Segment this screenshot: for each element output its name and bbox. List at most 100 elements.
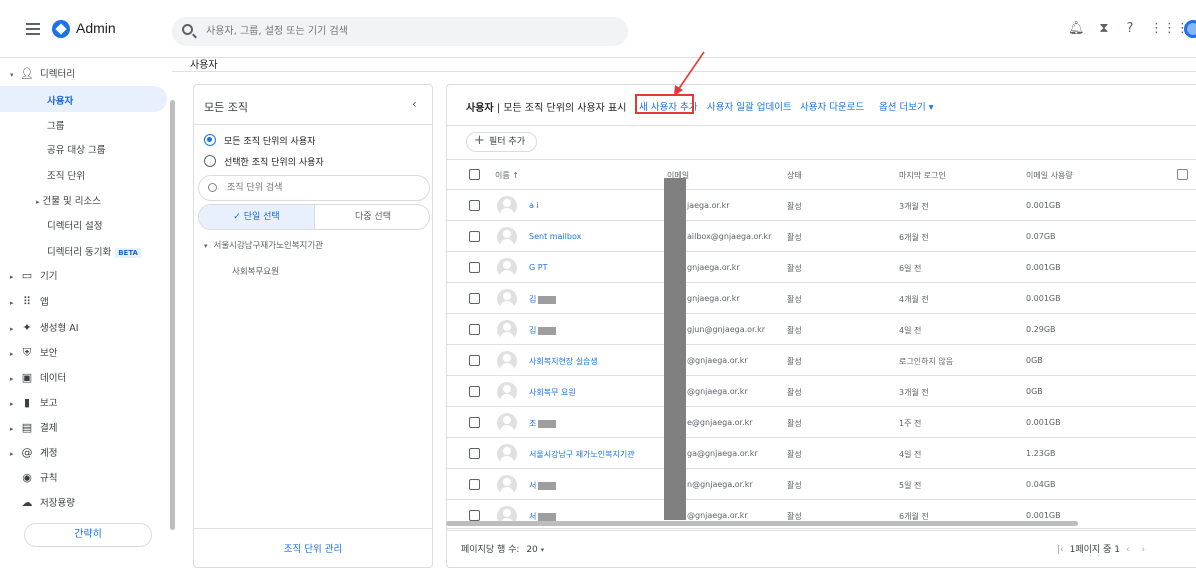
- row-checkbox[interactable]: [469, 479, 480, 490]
- hourglass-icon[interactable]: ⧗: [1096, 21, 1112, 37]
- user-name[interactable]: 조: [529, 418, 557, 429]
- sidebar-section-data[interactable]: ▸ ▣ 데이터: [10, 370, 66, 384]
- download-users-button[interactable]: 사용자 다운로드: [800, 99, 864, 113]
- user-name[interactable]: 김: [529, 325, 557, 336]
- table-row[interactable]: G PT gnjaega.or.kr 활성 6일 전 0.001GB: [447, 253, 1196, 283]
- user-name[interactable]: 사회복지현장 실습생: [529, 356, 598, 367]
- column-header-email-usage[interactable]: 이메일 사용량: [1026, 170, 1073, 181]
- app-title[interactable]: Admin: [76, 20, 116, 36]
- radio-all-org-units[interactable]: [204, 134, 216, 146]
- user-name[interactable]: G PT: [529, 263, 547, 272]
- table-row[interactable]: 조 e@gnjaega.or.kr 활성 1주 전 0.001GB: [447, 408, 1196, 438]
- sidebar-item-directory-sync[interactable]: 디렉터리 동기화 BETA: [47, 244, 141, 258]
- next-page-icon[interactable]: ›: [1142, 545, 1146, 555]
- table-row[interactable]: 사회복무 요원 @gnjaega.or.kr 활성 3개월 전 0GB: [447, 377, 1196, 407]
- table-row[interactable]: a i jaega.or.kr 활성 3개월 전 0.001GB: [447, 191, 1196, 221]
- rows-per-page-value[interactable]: 20: [526, 545, 537, 555]
- search-bar[interactable]: [172, 17, 628, 46]
- radio-all-label[interactable]: 모든 조직 단위의 사용자: [224, 134, 315, 147]
- bell-icon[interactable]: 🔔︎: [1068, 21, 1085, 37]
- sidebar-section-directory[interactable]: ▾ 👤︎ 디렉터리: [10, 66, 75, 80]
- sidebar-section-apps[interactable]: ▸ ⠿ 앱: [10, 294, 49, 308]
- table-row[interactable]: 서울시강남구 재가노인복지기관 ga@gnjaega.or.kr 활성 4일 전 1.2…: [447, 439, 1196, 469]
- org-search-input[interactable]: [227, 181, 417, 195]
- table-row[interactable]: 김 gnjaega.or.kr 활성 4개월 전 0.001GB: [447, 284, 1196, 314]
- avatar: [497, 351, 517, 371]
- row-checkbox[interactable]: [469, 510, 480, 521]
- sidebar-scrollbar[interactable]: [170, 100, 175, 530]
- column-header-last-login[interactable]: 마지막 로그인: [899, 170, 946, 181]
- multi-select-button[interactable]: 다중 선택: [315, 205, 429, 229]
- row-checkbox[interactable]: [469, 417, 480, 428]
- user-name[interactable]: Sent mailbox: [529, 232, 581, 241]
- table-row[interactable]: Sent mailbox ailbox@gnjaega.or.kr 활성 6개월 전 0…: [447, 222, 1196, 252]
- sidebar-section-label: 기기: [40, 271, 58, 282]
- collapse-sidebar-button[interactable]: 간략히: [24, 523, 152, 547]
- row-checkbox[interactable]: [469, 262, 480, 273]
- table-row[interactable]: 서 @gnjaega.or.kr 활성 6개월 전 0.001GB: [447, 501, 1196, 531]
- sidebar-section-account[interactable]: ▸ @ 계정: [10, 445, 57, 459]
- user-name[interactable]: 김: [529, 294, 557, 305]
- search-input[interactable]: [206, 23, 606, 40]
- sidebar-section-gen-ai[interactable]: ▸ ✦ 생성형 AI: [10, 320, 79, 334]
- add-filter-button[interactable]: 필터 추가: [466, 132, 537, 152]
- first-page-icon[interactable]: |‹: [1057, 545, 1064, 555]
- horizontal-scrollbar[interactable]: [446, 521, 1078, 526]
- sidebar-section-billing[interactable]: ▸ ▤ 결제: [10, 420, 57, 434]
- main-menu-icon[interactable]: [26, 23, 40, 35]
- org-tree-root[interactable]: ▾ 서울시강남구재가노인복지기관: [204, 239, 323, 251]
- bulk-update-button[interactable]: 사용자 일괄 업데이트: [707, 99, 792, 113]
- org-search-box[interactable]: [198, 175, 430, 201]
- user-email-usage: 0.001GB: [1026, 511, 1061, 520]
- table-row[interactable]: 서 n@gnjaega.or.kr 활성 5일 전 0.04GB: [447, 470, 1196, 500]
- single-select-button[interactable]: ✓ 단일 선택: [199, 205, 315, 229]
- admin-logo-icon[interactable]: [52, 20, 70, 38]
- user-name[interactable]: 서울시강남구 재가노인복지기관: [529, 449, 635, 460]
- sidebar-section-security[interactable]: ▸ ⛨ 보안: [10, 345, 57, 360]
- column-settings-icon[interactable]: [1177, 169, 1188, 180]
- sidebar-section-storage[interactable]: ☁︎ 저장용량: [20, 495, 75, 509]
- column-header-name[interactable]: 이름 ↑: [495, 170, 519, 181]
- chevron-left-icon[interactable]: ‹: [412, 97, 417, 111]
- rows-per-page[interactable]: 페이지당 행 수: 20 ▾: [461, 542, 544, 555]
- sidebar-item-users-bg[interactable]: [0, 86, 167, 112]
- sidebar-item-directory-settings[interactable]: 디렉터리 설정: [47, 218, 102, 232]
- select-all-checkbox[interactable]: [469, 169, 480, 180]
- user-name[interactable]: 사회복무 요원: [529, 387, 576, 398]
- more-options-button[interactable]: 옵션 더보기 ▾: [879, 99, 934, 113]
- sidebar-section-reports[interactable]: ▸ ▮ 보고: [10, 395, 57, 409]
- sidebar-item-org-units[interactable]: 조직 단위: [47, 168, 85, 182]
- row-checkbox[interactable]: [469, 355, 480, 366]
- search-icon[interactable]: [182, 24, 193, 35]
- apps-grid-icon[interactable]: ⋮⋮⋮: [1150, 21, 1189, 37]
- row-checkbox[interactable]: [469, 324, 480, 335]
- sidebar-section-rules[interactable]: ◉ 규칙: [20, 470, 57, 484]
- row-checkbox[interactable]: [469, 200, 480, 211]
- sidebar-section-devices[interactable]: ▸ ▭ 기기: [10, 268, 57, 282]
- row-checkbox[interactable]: [469, 231, 480, 242]
- radio-selected-label[interactable]: 선택한 조직 단위의 사용자: [224, 155, 324, 168]
- help-icon[interactable]: ?: [1122, 21, 1138, 37]
- sidebar-item-users[interactable]: 사용자: [47, 93, 73, 107]
- user-email: n@gnjaega.or.kr: [687, 480, 753, 489]
- page-info: 1페이지 중 1: [1069, 545, 1120, 555]
- table-row[interactable]: 김 gjun@gnjaega.or.kr 활성 4일 전 0.29GB: [447, 315, 1196, 345]
- sidebar-item-groups[interactable]: 그룹: [47, 118, 64, 132]
- sidebar-item-shared-groups[interactable]: 공유 대상 그룹: [47, 142, 105, 156]
- org-tree-child[interactable]: 사회복무요원: [232, 265, 279, 277]
- dropdown-arrow-icon[interactable]: ▾: [541, 546, 545, 554]
- user-name[interactable]: 서: [529, 480, 557, 491]
- users-panel-title: 사용자 | 모든 조직 단위의 사용자 표시: [466, 99, 626, 114]
- row-checkbox[interactable]: [469, 448, 480, 459]
- account-avatar[interactable]: [1184, 20, 1196, 38]
- row-checkbox[interactable]: [469, 293, 480, 304]
- prev-page-icon[interactable]: ‹: [1126, 545, 1130, 555]
- user-name[interactable]: a i: [529, 201, 539, 210]
- table-row[interactable]: 사회복지현장 실습생 @gnjaega.or.kr 활성 로그인하지 않음 0GB: [447, 346, 1196, 376]
- user-email-usage: 0.001GB: [1026, 201, 1061, 210]
- column-header-status[interactable]: 상태: [787, 170, 802, 181]
- manage-org-units-link[interactable]: 조직 단위 관리: [194, 541, 432, 555]
- row-checkbox[interactable]: [469, 386, 480, 397]
- sidebar-item-buildings[interactable]: ▸ 건물 및 리소스: [36, 193, 101, 207]
- radio-selected-org-units[interactable]: [204, 155, 216, 167]
